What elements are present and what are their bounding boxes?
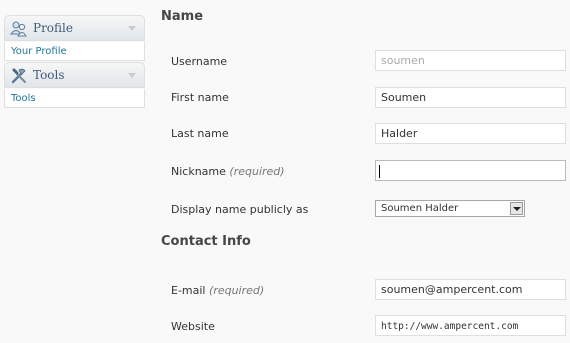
email-field[interactable]: soumen@ampercent.com: [375, 279, 566, 300]
required-note: (required): [209, 284, 265, 297]
text-caret: [379, 165, 380, 178]
display-name-select[interactable]: Soumen Halder: [375, 200, 525, 217]
first-name-label: First name: [171, 91, 229, 104]
display-name-selected: Soumen Halder: [381, 203, 459, 214]
nickname-label: Nickname (required): [171, 165, 285, 178]
section-title-contact: Contact Info: [161, 234, 251, 249]
profile-page: Profile Your Profile Tools Tools Name Us…: [0, 0, 570, 343]
email-label: E-mail (required): [171, 284, 264, 297]
sidebar-group-label: Profile: [33, 21, 73, 35]
chevron-down-icon[interactable]: [128, 73, 136, 78]
admin-sidebar: Profile Your Profile Tools Tools: [0, 0, 148, 343]
profile-form: Name Username soumen First name Soumen L…: [148, 0, 570, 343]
email-label-text: E-mail: [171, 284, 206, 297]
chevron-down-icon[interactable]: [128, 26, 136, 31]
website-label: Website: [171, 320, 215, 333]
display-name-label: Display name publicly as: [171, 203, 309, 216]
last-name-field[interactable]: Halder: [375, 123, 566, 144]
dropdown-arrow-icon[interactable]: [510, 202, 523, 215]
username-label: Username: [171, 55, 228, 68]
users-icon: [10, 20, 28, 38]
sidebar-group-profile[interactable]: Profile: [4, 15, 145, 41]
sidebar-item-tools[interactable]: Tools: [4, 89, 145, 108]
last-name-label: Last name: [171, 127, 229, 140]
tools-icon: [10, 67, 28, 85]
website-field[interactable]: http://www.ampercent.com: [375, 315, 566, 336]
sidebar-group-label: Tools: [33, 68, 65, 82]
sidebar-group-tools[interactable]: Tools: [4, 62, 145, 88]
username-field[interactable]: soumen: [375, 50, 566, 71]
section-title-name: Name: [161, 9, 204, 24]
nickname-field[interactable]: [375, 160, 566, 181]
sidebar-item-your-profile[interactable]: Your Profile: [4, 42, 145, 61]
nickname-label-text: Nickname: [171, 165, 226, 178]
required-note: (required): [229, 165, 285, 178]
first-name-field[interactable]: Soumen: [375, 87, 566, 108]
